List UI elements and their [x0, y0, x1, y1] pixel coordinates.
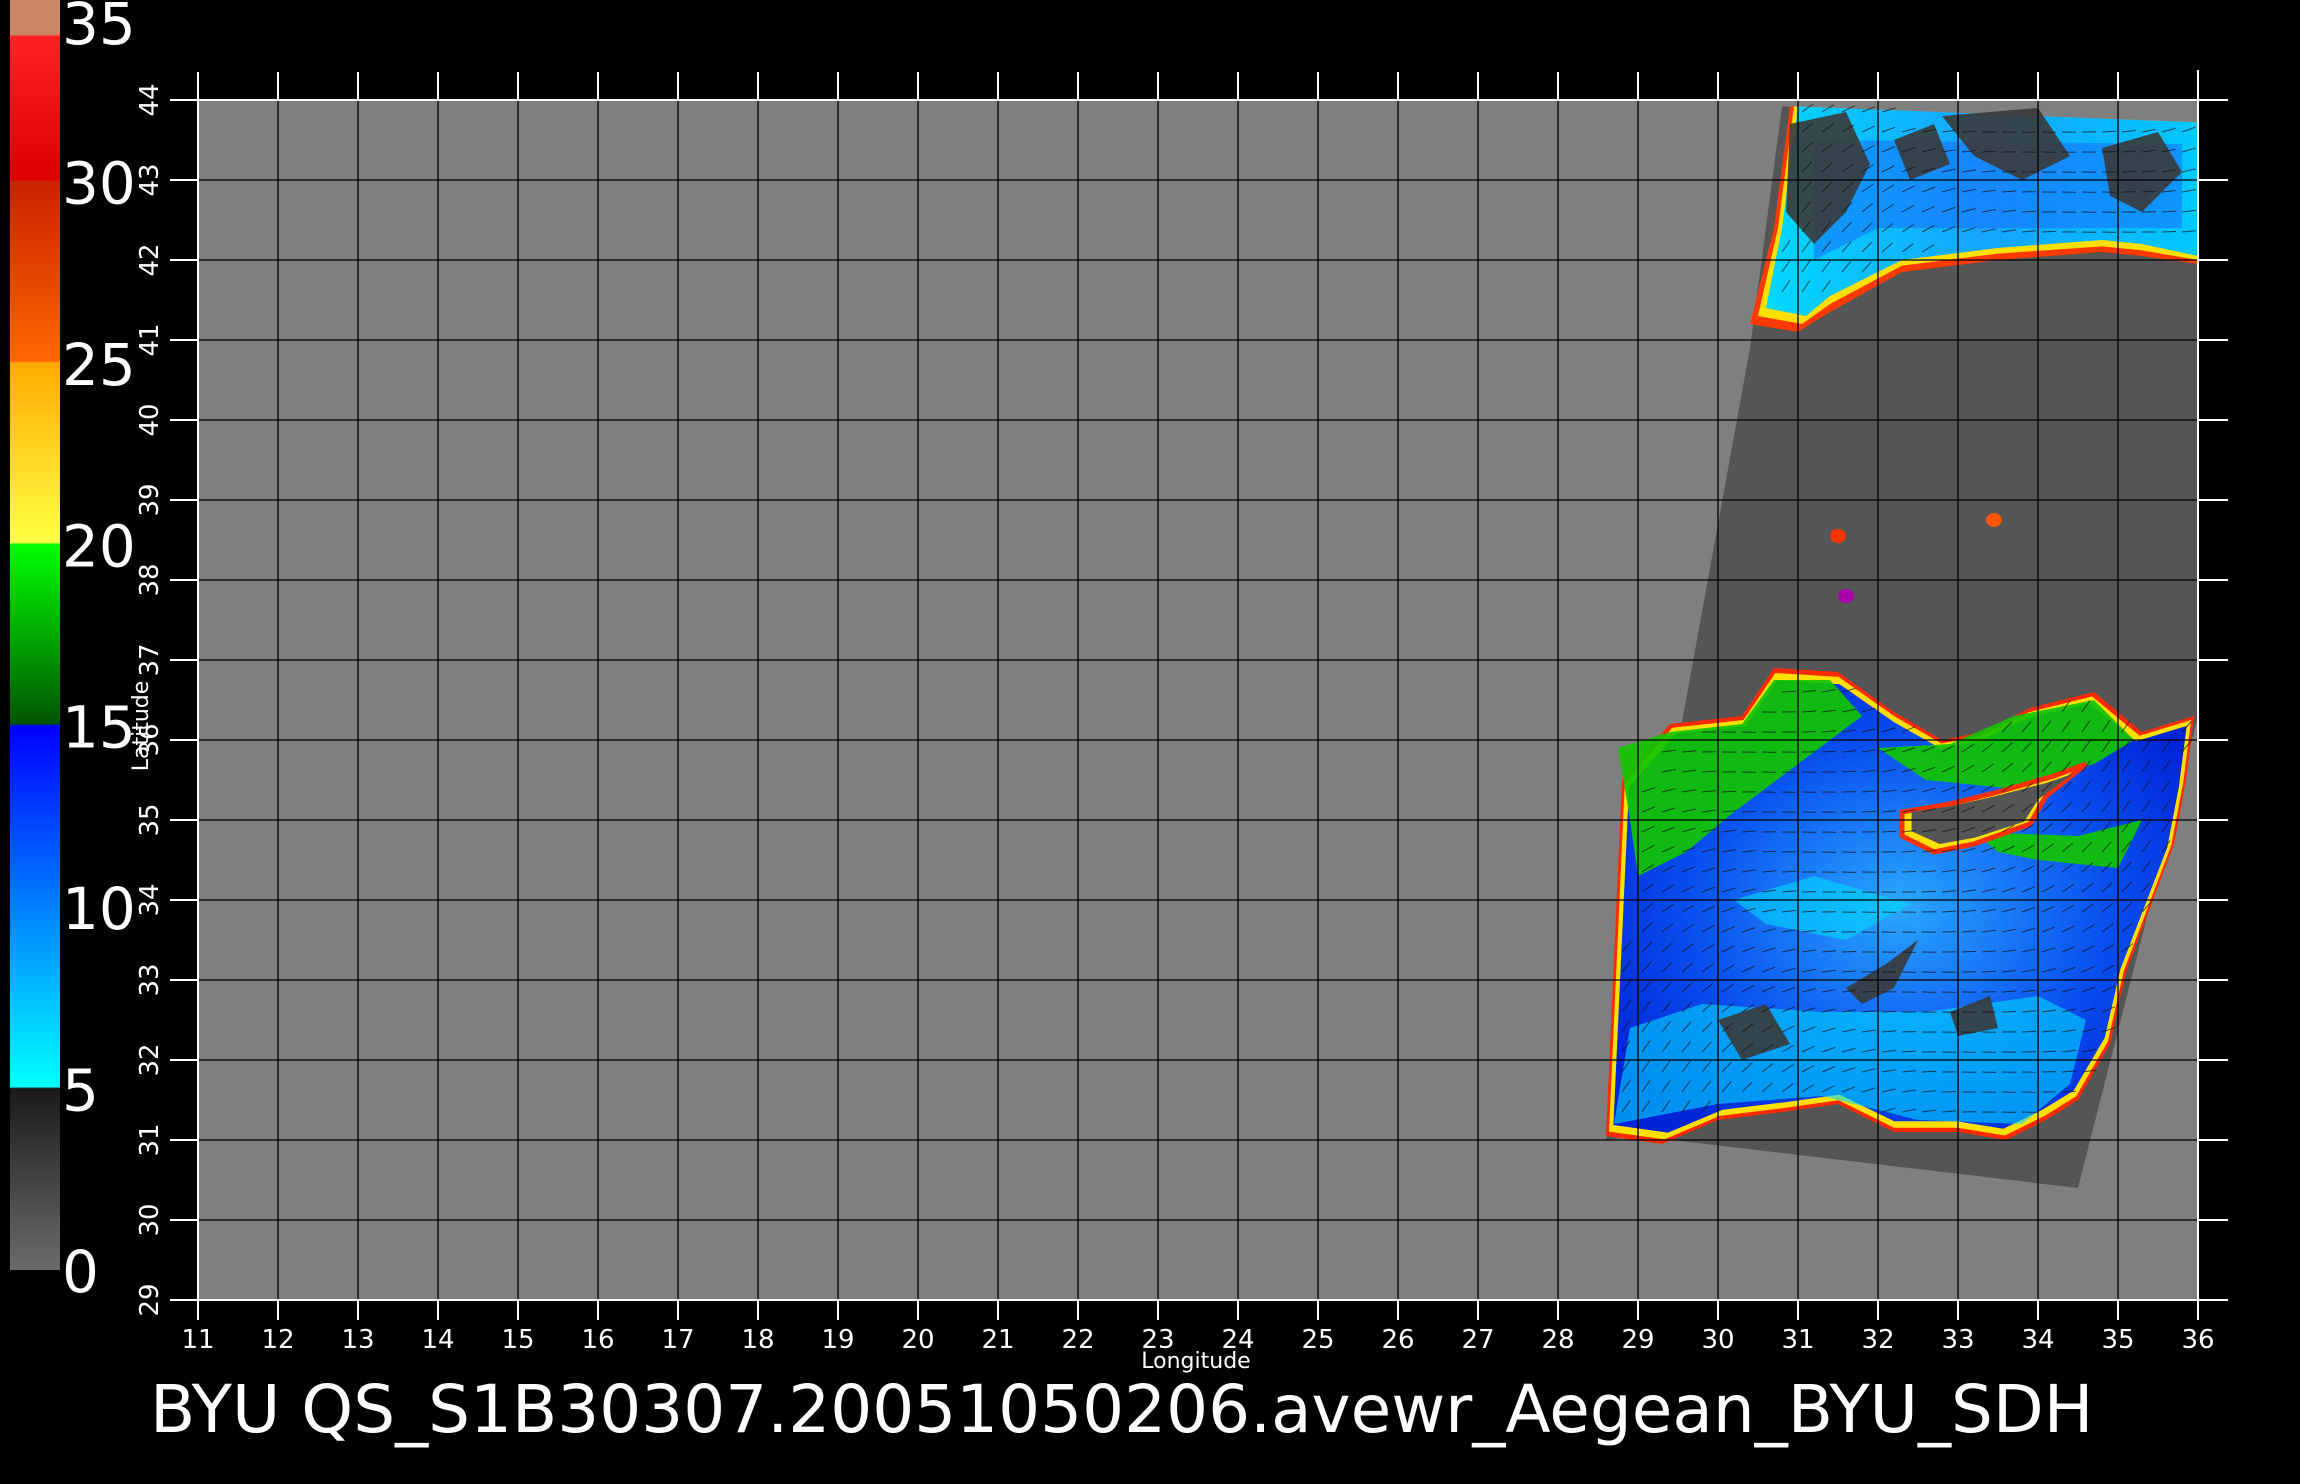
y-tick-label: 30	[135, 1203, 165, 1236]
chart-svg: 0 5 10 15 20 25 30 35 11 12 13 14 15 16 17 18 19 20 21 22 2…	[0, 0, 2300, 1480]
wind-vector	[1902, 872, 1916, 873]
x-tick-label: 35	[2101, 1325, 2134, 1355]
wind-vector	[1842, 952, 1856, 953]
x-tick-label: 15	[501, 1325, 534, 1355]
colorbar-tick-label: 15	[62, 694, 136, 762]
wind-vector	[1982, 151, 1996, 152]
x-tick-label: 34	[2021, 1325, 2054, 1355]
x-tick-label: 29	[1621, 1325, 1654, 1355]
x-tick-label: 16	[581, 1325, 614, 1355]
wind-vector	[2042, 231, 2056, 232]
wind-vector	[1942, 1092, 1956, 1093]
wind-vector	[1962, 951, 1976, 952]
lake-marker	[1986, 513, 2002, 527]
x-tick-label: 19	[821, 1325, 854, 1355]
colorbar-tick-label: 20	[62, 512, 136, 580]
colorbar-tick-label: 5	[62, 1057, 99, 1125]
x-tick-label: 11	[181, 1325, 214, 1355]
x-tick-label: 12	[261, 1325, 294, 1355]
chart-figure: 0 5 10 15 20 25 30 35 11 12 13 14 15 16 17 18 19 20 21 22 2…	[0, 0, 2300, 1480]
colorbar: 0 5 10 15 20 25 30 35	[10, 0, 136, 1306]
y-tick-label: 41	[135, 323, 165, 356]
x-tick-label: 30	[1701, 1325, 1734, 1355]
wind-vector	[2162, 232, 2176, 233]
y-tick-label: 43	[135, 163, 165, 196]
y-tick-label: 29	[135, 1283, 165, 1316]
colorbar-tick-label: 25	[62, 331, 136, 399]
x-tick-label: 22	[1061, 1325, 1094, 1355]
wind-vector	[2022, 1031, 2036, 1032]
x-tick-label: 18	[741, 1325, 774, 1355]
wind-vector	[2002, 1012, 2016, 1013]
y-tick-label: 42	[135, 243, 165, 276]
colorbar-tick-label: 35	[62, 0, 136, 58]
colorbar-tick-label: 30	[62, 149, 136, 217]
lake-marker	[1830, 529, 1846, 543]
wind-vector	[2122, 171, 2136, 172]
x-tick-label: 25	[1301, 1325, 1334, 1355]
y-tick-label: 38	[135, 563, 165, 596]
x-tick-label: 27	[1461, 1325, 1494, 1355]
x-tick-label: 26	[1381, 1325, 1414, 1355]
y-tick-label: 35	[135, 803, 165, 836]
colorbar-tick-label: 10	[62, 875, 136, 943]
lake-marker	[1838, 589, 1854, 603]
x-tick-label: 31	[1781, 1325, 1814, 1355]
y-tick-label: 39	[135, 483, 165, 516]
y-tick-label: 33	[135, 963, 165, 996]
x-tick-label: 21	[981, 1325, 1014, 1355]
wind-vector	[1922, 891, 1936, 892]
x-tick-label: 28	[1541, 1325, 1574, 1355]
wind-vector	[1882, 1011, 1896, 1012]
colorbar-gradient	[10, 0, 60, 1270]
x-tick-label: 14	[421, 1325, 454, 1355]
x-tick-label: 17	[661, 1325, 694, 1355]
wind-vector	[2062, 1091, 2076, 1092]
wind-vector	[1802, 732, 1816, 733]
y-tick-label: 37	[135, 643, 165, 676]
y-axis-label: Latitude	[129, 681, 154, 772]
wind-vector	[2142, 191, 2156, 192]
wind-vector	[1822, 751, 1836, 752]
x-tick-label: 36	[2181, 1325, 2214, 1355]
wind-vector	[1862, 811, 1876, 812]
wind-vector	[1922, 1071, 1936, 1072]
chart-title: BYU QS_S1B30307.20051050206.avewr_Aegean…	[150, 1371, 2093, 1448]
wind-vector	[1782, 871, 1796, 872]
wind-vector	[1742, 812, 1756, 813]
x-tick-label: 32	[1861, 1325, 1894, 1355]
y-tick-label: 34	[135, 883, 165, 916]
wind-vector	[1722, 791, 1736, 792]
y-tick-label: 44	[135, 83, 165, 116]
x-tick-label: 13	[341, 1325, 374, 1355]
x-tick-label: 33	[1941, 1325, 1974, 1355]
y-tick-label: 40	[135, 403, 165, 436]
wind-vector	[2002, 172, 2016, 173]
y-tick-label: 32	[135, 1043, 165, 1076]
y-tick-label: 31	[135, 1123, 165, 1156]
wind-vector	[1822, 931, 1836, 932]
colorbar-tick-label: 0	[62, 1238, 99, 1306]
x-tick-label: 20	[901, 1325, 934, 1355]
